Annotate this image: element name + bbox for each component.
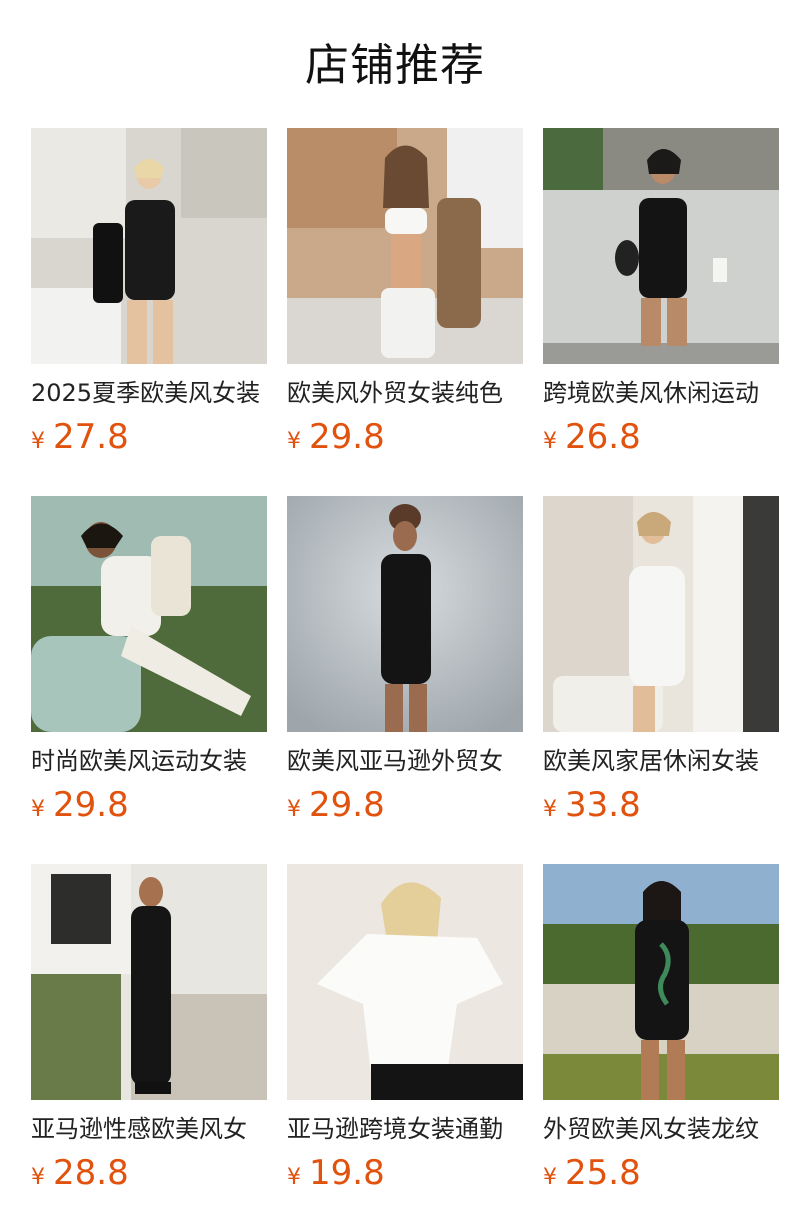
product-card[interactable]: 欧美风家居休闲女装 ¥ 33.8: [543, 496, 779, 825]
product-name[interactable]: 欧美风外贸女装纯色: [287, 376, 523, 410]
product-photo[interactable]: [543, 128, 779, 364]
product-name[interactable]: 2025夏季欧美风女装: [31, 376, 267, 410]
product-name[interactable]: 欧美风家居休闲女装: [543, 744, 779, 778]
price-value: 29.8: [309, 417, 385, 457]
product-photo[interactable]: [287, 128, 523, 364]
price-value: 26.8: [565, 417, 641, 457]
product-grid: 2025夏季欧美风女装 ¥ 27.8 欧美风外贸女装纯色 ¥ 29.8 跨境欧美…: [31, 128, 779, 1193]
product-price: ¥ 29.8: [31, 783, 129, 827]
currency-symbol: ¥: [31, 797, 45, 822]
product-price: ¥ 29.8: [287, 783, 385, 827]
product-card[interactable]: 亚马逊跨境女装通勤 ¥ 19.8: [287, 864, 523, 1193]
product-photo[interactable]: [287, 496, 523, 732]
product-photo[interactable]: [31, 128, 267, 364]
product-card[interactable]: 2025夏季欧美风女装 ¥ 27.8: [31, 128, 267, 457]
product-price: ¥ 26.8: [543, 415, 641, 459]
currency-symbol: ¥: [543, 1165, 557, 1190]
product-name[interactable]: 时尚欧美风运动女装: [31, 744, 267, 778]
product-price: ¥ 33.8: [543, 783, 641, 827]
product-card[interactable]: 时尚欧美风运动女装 ¥ 29.8: [31, 496, 267, 825]
product-card[interactable]: 跨境欧美风休闲运动 ¥ 26.8: [543, 128, 779, 457]
price-value: 19.8: [309, 1153, 385, 1193]
product-price: ¥ 27.8: [31, 415, 129, 459]
product-name[interactable]: 欧美风亚马逊外贸女: [287, 744, 523, 778]
price-value: 29.8: [53, 785, 129, 825]
product-card[interactable]: 欧美风外贸女装纯色 ¥ 29.8: [287, 128, 523, 457]
currency-symbol: ¥: [31, 1165, 45, 1190]
currency-symbol: ¥: [543, 797, 557, 822]
product-price: ¥ 25.8: [543, 1151, 641, 1195]
product-card[interactable]: 外贸欧美风女装龙纹 ¥ 25.8: [543, 864, 779, 1193]
section-title: 店铺推荐: [305, 40, 485, 91]
product-name[interactable]: 亚马逊性感欧美风女: [31, 1112, 267, 1146]
product-card[interactable]: 欧美风亚马逊外贸女 ¥ 29.8: [287, 496, 523, 825]
product-name[interactable]: 亚马逊跨境女装通勤: [287, 1112, 523, 1146]
product-price: ¥ 29.8: [287, 415, 385, 459]
product-photo[interactable]: [543, 864, 779, 1100]
product-name[interactable]: 外贸欧美风女装龙纹: [543, 1112, 779, 1146]
product-photo[interactable]: [31, 864, 267, 1100]
price-value: 29.8: [309, 785, 385, 825]
product-photo[interactable]: [543, 496, 779, 732]
price-value: 27.8: [53, 417, 129, 457]
price-value: 33.8: [565, 785, 641, 825]
price-value: 25.8: [565, 1153, 641, 1193]
product-photo[interactable]: [31, 496, 267, 732]
product-photo[interactable]: [287, 864, 523, 1100]
currency-symbol: ¥: [287, 1165, 301, 1190]
product-card[interactable]: 亚马逊性感欧美风女 ¥ 28.8: [31, 864, 267, 1193]
product-price: ¥ 28.8: [31, 1151, 129, 1195]
currency-symbol: ¥: [31, 429, 45, 454]
currency-symbol: ¥: [287, 429, 301, 454]
currency-symbol: ¥: [287, 797, 301, 822]
product-name[interactable]: 跨境欧美风休闲运动: [543, 376, 779, 410]
price-value: 28.8: [53, 1153, 129, 1193]
product-price: ¥ 19.8: [287, 1151, 385, 1195]
currency-symbol: ¥: [543, 429, 557, 454]
